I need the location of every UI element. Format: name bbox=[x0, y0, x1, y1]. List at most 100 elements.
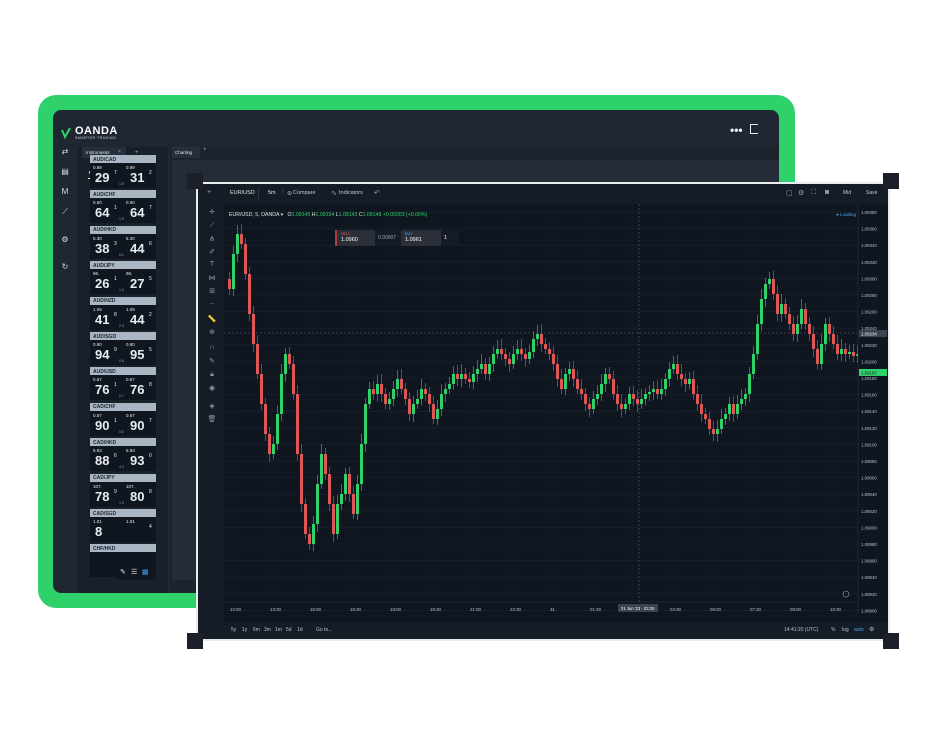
auto-scale-toggle[interactable]: auto bbox=[854, 627, 864, 633]
market-icon[interactable]: M bbox=[59, 187, 71, 197]
buy-button[interactable]: BUY 1.0961 bbox=[401, 230, 441, 246]
indicators-icon[interactable]: ∿ bbox=[331, 189, 337, 197]
sell-price-pips[interactable]: 26 bbox=[95, 276, 109, 291]
refresh-icon[interactable]: ↻ bbox=[59, 262, 71, 272]
resize-handle-top-left[interactable] bbox=[187, 173, 203, 189]
buy-price-pips[interactable]: 31 bbox=[130, 170, 144, 185]
goto-button[interactable]: Go to... bbox=[316, 627, 332, 633]
sell-price-pips[interactable]: 76 bbox=[95, 382, 109, 397]
resize-handle-bottom-right[interactable] bbox=[883, 633, 899, 649]
instrument-tile[interactable]: AUD/SGD 0.90 0.90 94 9 0.6 95 5 bbox=[90, 332, 156, 365]
grid-view-icon[interactable]: ▦ bbox=[142, 568, 149, 576]
sell-price-pips[interactable]: 88 bbox=[95, 453, 109, 468]
sell-price-pips[interactable]: 8 bbox=[95, 524, 102, 539]
buy-price-pips[interactable]: 76 bbox=[130, 382, 144, 397]
instrument-tile[interactable]: AUD/CAD 0.89 0.89 29 7 1.5 31 2 bbox=[90, 155, 156, 188]
crosshair-icon[interactable]: ✛ bbox=[207, 208, 217, 216]
price-type-selector[interactable]: Mid bbox=[843, 190, 851, 196]
sell-price-pips[interactable]: 38 bbox=[95, 241, 109, 256]
brush-icon[interactable]: ✐ bbox=[207, 248, 217, 256]
symbol-selector[interactable]: EUR/USD bbox=[230, 190, 255, 196]
buy-price-pips[interactable]: 44 bbox=[130, 312, 144, 327]
sell-price-pips[interactable]: 41 bbox=[95, 312, 109, 327]
pattern-icon[interactable]: ⋈ bbox=[207, 274, 217, 282]
candle-body bbox=[320, 454, 323, 484]
eye-icon[interactable]: ◉ bbox=[207, 384, 217, 392]
gear-icon[interactable]: ⚙ bbox=[798, 189, 804, 197]
text-icon[interactable]: T bbox=[207, 261, 217, 268]
indicators-button[interactable]: Indicators bbox=[339, 190, 363, 196]
undo-icon[interactable]: ↶ bbox=[374, 189, 380, 197]
trendline-icon[interactable]: ⟋ bbox=[207, 222, 217, 230]
trash-icon[interactable]: 🗑︎ bbox=[207, 415, 217, 423]
pen-lock-icon[interactable]: ✎ bbox=[207, 357, 217, 365]
log-scale-toggle[interactable]: log bbox=[842, 627, 849, 633]
add-symbol-icon[interactable]: + bbox=[207, 189, 211, 196]
price-chart[interactable]: 1.09380 1.09360 1.09340 1.09320 1.09300 1.092… bbox=[224, 204, 888, 622]
sell-price-pips[interactable]: 78 bbox=[95, 489, 109, 504]
buy-price-pips[interactable]: 90 bbox=[130, 418, 144, 433]
instrument-tile[interactable]: CAD/CHF 0.67 0.67 90 1 0.6 90 7 bbox=[90, 402, 156, 436]
save-button[interactable]: Save bbox=[866, 190, 877, 196]
camera-icon[interactable]: ◙ bbox=[825, 189, 829, 196]
timeframe-selector[interactable]: 5m bbox=[268, 190, 276, 196]
sell-price-pips[interactable]: 64 bbox=[95, 205, 109, 220]
buy-price-pips[interactable]: 27 bbox=[130, 276, 144, 291]
quantity-input[interactable]: 1 bbox=[441, 230, 459, 246]
chart-icon[interactable]: ⟋ bbox=[59, 207, 71, 217]
range-button-1d[interactable]: 1d bbox=[297, 627, 303, 633]
fullscreen-icon[interactable]: ⛶ bbox=[811, 189, 816, 197]
ruler-icon[interactable]: 📏 bbox=[207, 315, 217, 323]
forecast-icon[interactable]: ⊞ bbox=[207, 287, 217, 295]
chart-settings-icon[interactable]: ⚙ bbox=[869, 626, 874, 633]
arrow-left-icon[interactable]: ← bbox=[207, 300, 217, 307]
instrument-tile[interactable]: AUD/NZD 1.09 1.09 41 8 2.4 44 2 bbox=[90, 296, 156, 330]
buy-price-pips[interactable]: 44 bbox=[130, 241, 144, 256]
sell-price-pips[interactable]: 94 bbox=[95, 347, 109, 362]
add-tab-button[interactable]: + bbox=[203, 147, 207, 153]
legend-series[interactable]: EUR/USD, 5, OANDA bbox=[229, 212, 279, 218]
buy-price-pips[interactable]: 95 bbox=[130, 347, 144, 362]
instrument-tile[interactable]: CAD/SGD 1.01 1.01 8 4 bbox=[90, 509, 156, 542]
range-button-3m[interactable]: 3m bbox=[264, 627, 271, 633]
list-view-icon[interactable]: ☰ bbox=[131, 568, 137, 576]
sell-price-pips[interactable]: 90 bbox=[95, 418, 109, 433]
more-icon[interactable]: ••• bbox=[730, 123, 743, 137]
candle-body bbox=[364, 404, 367, 444]
instrument-tile[interactable]: AUD/USD 0.67 0.67 76 1 0.7 76 8 bbox=[90, 367, 156, 401]
instrument-tile[interactable]: CAD/HKD 5.93 5.93 88 6 4.4 93 0 bbox=[90, 438, 156, 472]
range-button-5d[interactable]: 5d bbox=[286, 627, 292, 633]
swap-icon[interactable]: ⇄ bbox=[59, 147, 71, 157]
candle-type-icon[interactable]: ⫶ bbox=[282, 189, 284, 197]
resize-handle-bottom-left[interactable] bbox=[187, 633, 203, 649]
tab-charting[interactable]: Charting bbox=[172, 147, 200, 158]
range-button-1m[interactable]: 1m bbox=[275, 627, 282, 633]
layout-icon[interactable]: ▢ bbox=[786, 189, 793, 197]
range-button-1y[interactable]: 1y bbox=[242, 627, 247, 633]
sell-button[interactable]: SELL 1.0960 bbox=[335, 230, 375, 246]
pencil-icon[interactable]: ✎ bbox=[120, 568, 126, 576]
range-button-6m[interactable]: 6m bbox=[253, 627, 260, 633]
lock-icon[interactable]: 🔒︎ bbox=[207, 371, 217, 379]
buy-price-pips[interactable]: 64 bbox=[130, 205, 144, 220]
buy-price-pips[interactable]: 93 bbox=[130, 453, 144, 468]
instrument-tile[interactable]: AUD/HKD 5.30 5.30 38 3 5.1 44 6 bbox=[90, 225, 156, 259]
percent-scale-toggle[interactable]: % bbox=[831, 627, 835, 633]
instrument-tile[interactable]: AUD/CHF 0.60 0.60 64 1 1.5 64 7 bbox=[90, 190, 156, 224]
zoom-icon[interactable]: ⊕ bbox=[207, 328, 217, 336]
layers-icon[interactable]: ◈ bbox=[207, 402, 217, 410]
compare-button[interactable]: Compare bbox=[293, 190, 316, 196]
resize-handle-top-right[interactable] bbox=[883, 173, 899, 189]
list-icon[interactable]: ▤ bbox=[59, 167, 71, 177]
range-button-5y[interactable]: 5y bbox=[231, 627, 236, 633]
magnet-icon[interactable]: ∩ bbox=[207, 344, 217, 351]
compare-icon[interactable]: ⊕ bbox=[287, 190, 292, 197]
sell-price-pips[interactable]: 29 bbox=[95, 170, 109, 185]
exit-icon[interactable] bbox=[750, 124, 758, 134]
buy-price-pips[interactable]: 80 bbox=[130, 489, 144, 504]
candle-body bbox=[480, 364, 483, 369]
settings-icon[interactable]: ⚙ bbox=[59, 235, 71, 245]
pitchfork-icon[interactable]: ⋔ bbox=[207, 235, 217, 243]
instrument-tile[interactable]: CAD/JPY 107. 107. 78 9 1.9 80 8 bbox=[90, 473, 156, 507]
instrument-tile[interactable]: AUD/JPY 96. 96. 26 1 1.4 27 5 bbox=[90, 261, 156, 295]
